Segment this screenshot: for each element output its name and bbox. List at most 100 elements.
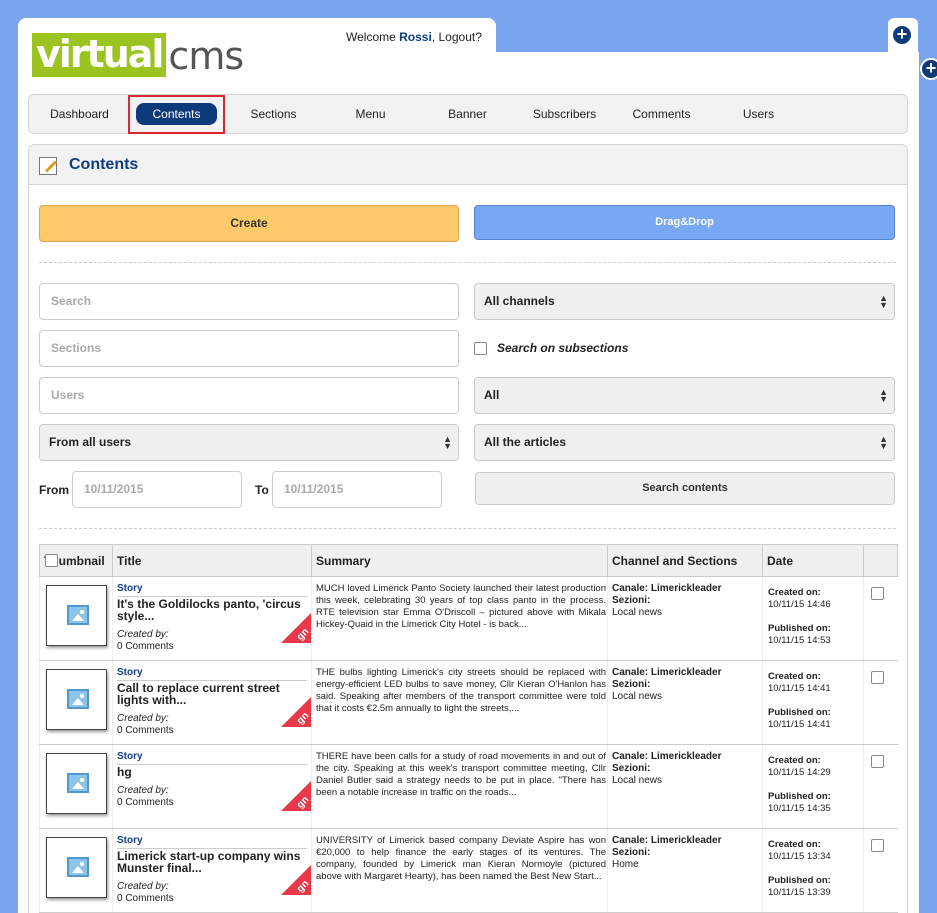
title-cell: Story Limerick start-up company wins Muns… <box>112 828 312 913</box>
thumbnail-cell <box>39 828 113 913</box>
sections-input[interactable]: Sections <box>39 330 459 367</box>
created-label: Created on: <box>768 755 821 766</box>
comments-count[interactable]: 0 Comments <box>117 797 174 808</box>
content-title[interactable]: Call to replace current street lights wi… <box>117 682 307 706</box>
comments-count[interactable]: 0 Comments <box>117 641 174 652</box>
created-label: Created on: <box>768 839 821 850</box>
table-row[interactable]: Story Call to replace current street ligh… <box>39 660 898 745</box>
date-cell: Created on: 10/11/15 14:46 Published on: 10… <box>762 576 864 661</box>
thumbnail[interactable] <box>46 753 107 814</box>
row-checkbox[interactable] <box>871 587 884 600</box>
comments-count[interactable]: 0 Comments <box>117 725 174 736</box>
edit-icon <box>39 157 57 175</box>
channel-info: Canale: Limerickleader Sezioni: Home <box>612 835 722 871</box>
nav-menu[interactable]: Menu <box>322 95 419 133</box>
summary-cell: THERE have been calls for a study of roa… <box>311 744 608 829</box>
channels-select[interactable]: All channels ▲ ▼ <box>474 283 895 320</box>
select-cell <box>863 660 898 745</box>
nav-sections[interactable]: Sections <box>225 95 322 133</box>
published-date: 10/11/15 14:53 <box>768 635 831 646</box>
canale: Canale: Limerickleader <box>612 751 722 762</box>
divider <box>39 262 896 263</box>
to-label: To <box>255 483 269 497</box>
row-checkbox[interactable] <box>871 839 884 852</box>
add-icon-secondary[interactable]: + <box>920 58 937 80</box>
table-row[interactable]: Story Limerick start-up company wins Muns… <box>39 828 898 913</box>
col-channel: Channel and Sections <box>607 544 763 577</box>
created-label: Created on: <box>768 587 821 598</box>
sezioni: Sezioni: <box>612 679 651 690</box>
col-title[interactable]: Title <box>112 544 312 577</box>
content-title[interactable]: It's the Goldilocks panto, 'circus style… <box>117 598 307 622</box>
nav-subscribers[interactable]: Subscribers <box>516 95 613 133</box>
created-label: Created on: <box>768 671 821 682</box>
subsections-label: Search on subsections <box>497 341 629 355</box>
comments-count[interactable]: 0 Comments <box>117 893 174 904</box>
channel-cell: Canale: Limerickleader Sezioni: Local news <box>607 744 763 829</box>
welcome-prefix: Welcome <box>346 30 400 44</box>
canale: Canale: Limerickleader <box>612 835 722 846</box>
content-type[interactable]: Story <box>117 751 143 762</box>
thumbnail-cell <box>39 744 113 829</box>
section-name: Local news <box>612 775 663 786</box>
row-checkbox[interactable] <box>871 755 884 768</box>
summary-text: THERE have been calls for a study of roa… <box>316 751 606 798</box>
nav-dashboard[interactable]: Dashboard <box>31 95 128 133</box>
from-date-input[interactable]: 10/11/2015 <box>72 471 242 508</box>
select-cell <box>863 744 898 829</box>
user-name[interactable]: Rossi <box>399 30 432 44</box>
create-button[interactable]: Create <box>39 205 459 242</box>
user-scope-select[interactable]: From all users ▲ ▼ <box>39 424 459 461</box>
sezioni: Sezioni: <box>612 763 651 774</box>
canale: Canale: Limerickleader <box>612 667 722 678</box>
thumbnail[interactable] <box>46 669 107 730</box>
divider <box>117 764 307 765</box>
subsections-checkbox[interactable] <box>474 342 487 355</box>
content-type[interactable]: Story <box>117 583 143 594</box>
add-icon[interactable]: + <box>891 24 913 46</box>
nav-banner[interactable]: Banner <box>419 95 516 133</box>
content-title[interactable]: Limerick start-up company wins Munster f… <box>117 850 307 874</box>
select-cell <box>863 828 898 913</box>
chevron-updown-icon: ▲ ▼ <box>879 434 888 451</box>
row-checkbox[interactable] <box>871 671 884 684</box>
nav-comments[interactable]: Comments <box>613 95 710 133</box>
dragdrop-button[interactable]: Drag&Drop <box>474 205 895 240</box>
channel-info: Canale: Limerickleader Sezioni: Local news <box>612 667 722 703</box>
thumbnail[interactable] <box>46 585 107 646</box>
thumbnail[interactable] <box>46 837 107 898</box>
date-cell: Created on: 10/11/15 14:29 Published on: 10… <box>762 744 864 829</box>
channel-info: Canale: Limerickleader Sezioni: Local news <box>612 751 722 787</box>
col-summary: Summary <box>311 544 608 577</box>
channel-cell: Canale: Limerickleader Sezioni: Local news <box>607 660 763 745</box>
thumbnail-cell <box>39 576 113 661</box>
table-row[interactable]: Story It's the Goldilocks panto, 'circus … <box>39 576 898 661</box>
logo-cms: cms <box>168 34 244 78</box>
date-info: Created on: 10/11/15 14:46 Published on: 10… <box>768 587 831 647</box>
logout-link[interactable]: , Logout? <box>432 30 482 44</box>
nav-users[interactable]: Users <box>710 95 807 133</box>
summary-text: UNIVERSITY of Limerick based company Dev… <box>316 835 606 882</box>
content-type[interactable]: Story <box>117 835 143 846</box>
table-row[interactable]: Story hg Created by: 0 Comments gn THERE have… <box>39 744 898 829</box>
status-select[interactable]: All ▲ ▼ <box>474 377 895 414</box>
users-input[interactable]: Users <box>39 377 459 414</box>
content-title[interactable]: hg <box>117 766 307 778</box>
section-name: Local news <box>612 691 663 702</box>
from-label: From <box>39 483 69 497</box>
status-value: All <box>484 388 500 402</box>
content-type[interactable]: Story <box>117 667 143 678</box>
user-scope-value: From all users <box>49 435 132 449</box>
articles-select[interactable]: All the articles ▲ ▼ <box>474 424 895 461</box>
canale: Canale: Limerickleader <box>612 583 722 594</box>
select-all-checkbox[interactable] <box>44 553 58 567</box>
col-date[interactable]: Date <box>762 544 864 577</box>
search-input[interactable]: Search <box>39 283 459 320</box>
search-contents-button[interactable]: Search contents <box>475 472 895 505</box>
title-cell: Story It's the Goldilocks panto, 'circus … <box>112 576 312 661</box>
section-name: Home <box>612 859 639 870</box>
chevron-updown-icon: ▲ ▼ <box>443 434 452 451</box>
published-label: Published on: <box>768 707 831 718</box>
to-date-input[interactable]: 10/11/2015 <box>272 471 442 508</box>
created-by: Created by: <box>117 629 169 640</box>
